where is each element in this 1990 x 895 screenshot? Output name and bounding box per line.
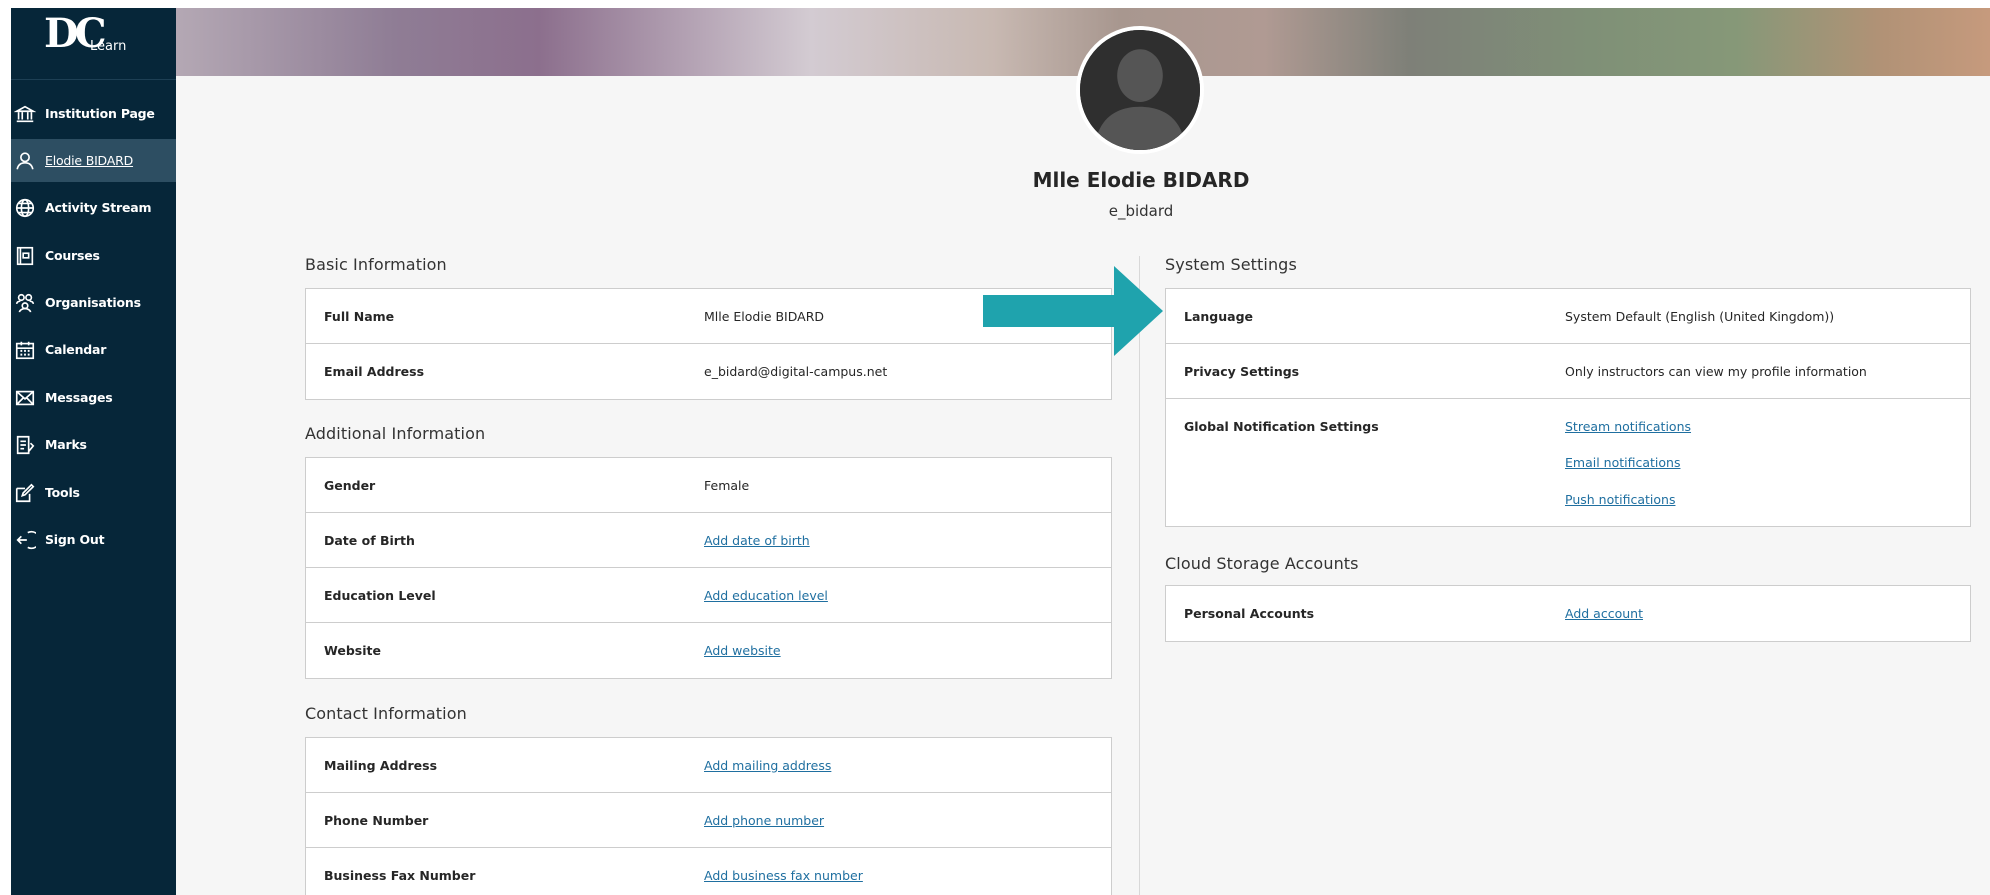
sidebar-item-tools[interactable]: Tools bbox=[11, 471, 176, 514]
avatar[interactable] bbox=[1076, 26, 1204, 154]
stream-notifications-link[interactable]: Stream notifications bbox=[1565, 419, 1691, 434]
sidebar-item-label: Calendar bbox=[45, 342, 107, 357]
add-education-level-link[interactable]: Add education level bbox=[704, 568, 828, 623]
sign-out-icon bbox=[11, 526, 39, 554]
email-notifications-link[interactable]: Email notifications bbox=[1565, 455, 1680, 470]
logo-word: Learn bbox=[90, 39, 127, 54]
sidebar-item-label: Sign Out bbox=[45, 532, 105, 547]
row-label: Phone Number bbox=[324, 813, 429, 828]
sidebar-item-label: Messages bbox=[45, 390, 113, 405]
row-label: Business Fax Number bbox=[324, 868, 476, 883]
row-value: e_bidard@digital-campus.net bbox=[704, 364, 888, 379]
sidebar-item-label: Elodie BIDARD bbox=[45, 153, 134, 168]
profile-full-name: Mlle Elodie BIDARD bbox=[1032, 168, 1250, 192]
sidebar-item-sign-out[interactable]: Sign Out bbox=[11, 518, 176, 561]
row-label: Personal Accounts bbox=[1184, 606, 1315, 621]
sidebar-item-organisations[interactable]: Organisations bbox=[11, 281, 176, 324]
avatar-silhouette-icon bbox=[1080, 30, 1200, 150]
sidebar-item-label: Marks bbox=[45, 437, 87, 452]
add-mailing-address-link[interactable]: Add mailing address bbox=[704, 738, 831, 793]
section-title-basic-information: Basic Information bbox=[305, 255, 447, 274]
row-label: Global Notification Settings bbox=[1184, 419, 1379, 434]
privacy-settings-value[interactable]: Only instructors can view my profile inf… bbox=[1565, 344, 1867, 399]
section-title-system-settings: System Settings bbox=[1165, 255, 1297, 274]
additional-information-panel: Gender Female Date of Birth Add date of … bbox=[305, 457, 1112, 679]
add-account-link[interactable]: Add account bbox=[1565, 586, 1643, 641]
system-settings-panel: Language System Default (English (United… bbox=[1165, 288, 1971, 527]
row-value: Mlle Elodie BIDARD bbox=[704, 309, 825, 324]
institution-icon bbox=[11, 100, 39, 128]
add-phone-number-link[interactable]: Add phone number bbox=[704, 793, 824, 848]
table-row: Mailing Address Add mailing address bbox=[306, 738, 1111, 793]
globe-icon bbox=[11, 194, 39, 222]
calendar-icon bbox=[11, 336, 39, 364]
annotation-arrow-icon bbox=[983, 266, 1163, 356]
language-value[interactable]: System Default (English (United Kingdom)… bbox=[1565, 289, 1834, 344]
profile-username: e_bidard bbox=[1108, 202, 1174, 220]
sidebar-item-label: Activity Stream bbox=[45, 200, 152, 215]
sidebar: DC Learn Institution Page Elodie BIDARD … bbox=[11, 8, 176, 895]
row-label: Full Name bbox=[324, 309, 395, 324]
logo[interactable]: DC Learn bbox=[11, 8, 176, 80]
organisations-icon bbox=[11, 289, 39, 317]
sidebar-item-label: Organisations bbox=[45, 295, 141, 310]
row-label: Gender bbox=[324, 478, 376, 493]
add-date-of-birth-link[interactable]: Add date of birth bbox=[704, 513, 810, 568]
cloud-storage-panel: Personal Accounts Add account bbox=[1165, 585, 1971, 642]
table-row: Personal Accounts Add account bbox=[1166, 586, 1970, 641]
push-notifications-link[interactable]: Push notifications bbox=[1565, 492, 1675, 507]
courses-icon bbox=[11, 242, 39, 270]
row-label: Language bbox=[1184, 309, 1254, 324]
contact-information-panel: Mailing Address Add mailing address Phon… bbox=[305, 737, 1112, 895]
sidebar-item-messages[interactable]: Messages bbox=[11, 376, 176, 419]
sidebar-item-institution-page[interactable]: Institution Page bbox=[11, 92, 176, 135]
sidebar-item-activity-stream[interactable]: Activity Stream bbox=[11, 186, 176, 229]
section-title-contact-information: Contact Information bbox=[305, 704, 467, 723]
row-label: Website bbox=[324, 643, 381, 658]
sidebar-item-label: Courses bbox=[45, 248, 100, 263]
sidebar-item-label: Institution Page bbox=[45, 106, 155, 121]
user-icon bbox=[11, 147, 39, 175]
sidebar-item-label: Tools bbox=[45, 485, 80, 500]
add-business-fax-number-link[interactable]: Add business fax number bbox=[704, 848, 863, 895]
table-row: Global Notification Settings Stream noti… bbox=[1166, 399, 1970, 526]
marks-icon bbox=[11, 431, 39, 459]
table-row: Date of Birth Add date of birth bbox=[306, 513, 1111, 568]
row-label: Privacy Settings bbox=[1184, 364, 1300, 379]
row-label: Mailing Address bbox=[324, 758, 438, 773]
table-row: Education Level Add education level bbox=[306, 568, 1111, 623]
table-row: Language System Default (English (United… bbox=[1166, 289, 1970, 344]
table-row: Gender Female bbox=[306, 458, 1111, 513]
sidebar-item-calendar[interactable]: Calendar bbox=[11, 328, 176, 371]
row-label: Email Address bbox=[324, 364, 425, 379]
sidebar-item-courses[interactable]: Courses bbox=[11, 234, 176, 277]
section-title-additional-information: Additional Information bbox=[305, 424, 486, 443]
tools-icon bbox=[11, 479, 39, 507]
sidebar-item-elodie-bidard[interactable]: Elodie BIDARD bbox=[11, 139, 176, 182]
row-value: Female bbox=[704, 478, 750, 493]
table-row: Phone Number Add phone number bbox=[306, 793, 1111, 848]
row-label: Date of Birth bbox=[324, 533, 415, 548]
table-row: Website Add website bbox=[306, 623, 1111, 678]
section-title-cloud-storage-accounts: Cloud Storage Accounts bbox=[1165, 554, 1359, 573]
row-label: Education Level bbox=[324, 588, 436, 603]
page: DC Learn Institution Page Elodie BIDARD … bbox=[11, 8, 1990, 895]
sidebar-item-marks[interactable]: Marks bbox=[11, 423, 176, 466]
add-website-link[interactable]: Add website bbox=[704, 623, 781, 678]
table-row: Business Fax Number Add business fax num… bbox=[306, 848, 1111, 895]
envelope-icon bbox=[11, 384, 39, 412]
table-row: Privacy Settings Only instructors can vi… bbox=[1166, 344, 1970, 399]
